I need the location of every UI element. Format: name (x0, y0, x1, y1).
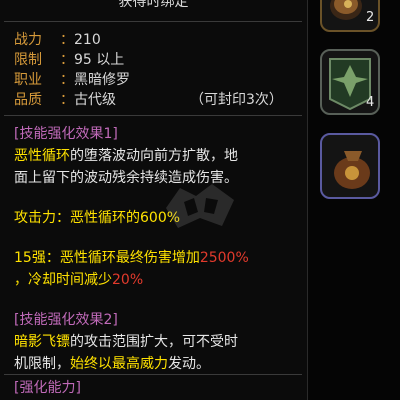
stat-row-level-limit: 限制 ：95 以上 (14, 52, 125, 68)
bind-on-acquire-text: 获得时绑定 (118, 0, 189, 10)
stat-value: 黑暗修罗 (74, 72, 130, 88)
effect1-enhance-line1: 15强：恶性循环最终伤害增加2500% (14, 250, 249, 266)
stat-label: 限制 (14, 52, 42, 68)
skill-effects: [技能强化效果1] 恶性循环的堕落波动向前方扩散，地 面上留下的波动残余持续造成… (14, 123, 304, 375)
stat-label: 战力 (14, 32, 42, 48)
effect2-line2: 机限制，始终以最高威力发动。 (14, 356, 210, 372)
stat-value: 95 以上 (74, 52, 125, 68)
effect3-title: [强化能力] (14, 380, 81, 396)
effect1-line1: 恶性循环的堕落波动向前方扩散，地 (14, 148, 238, 164)
stat-value: 210 (74, 32, 101, 48)
bag-icon (334, 151, 370, 189)
inventory-slot[interactable]: 2 (320, 0, 380, 32)
effect1-title: [技能强化效果1] (14, 126, 118, 142)
stat-row-power: 战力 ：210 (14, 32, 101, 48)
stat-row-rarity: 品质 ：古代级 （可封印3次） (14, 92, 283, 108)
inventory-slot[interactable]: 4 (320, 49, 380, 115)
effect1-line2: 面上留下的波动残余持续造成伤害。 (14, 170, 238, 186)
inventory-slots: 2 4 (318, 0, 400, 400)
seal-count-text: （可封印3次） (190, 92, 283, 108)
item-count: 2 (366, 10, 375, 25)
effect2-title: [技能强化效果2] (14, 312, 118, 328)
stat-row-class: 职业 ：黑暗修罗 (14, 72, 130, 88)
stat-label: 职业 (14, 72, 42, 88)
stat-label: 品质 (14, 92, 42, 108)
item-tooltip: 获得时绑定 战力 ：210 限制 ：95 以上 职业 ：黑暗修罗 品质 ：古代级 （可封印… (0, 0, 308, 400)
skill-name: 恶性循环 (14, 148, 70, 164)
skill-name: 暗影飞镖 (14, 334, 70, 350)
inventory-slot[interactable] (320, 133, 380, 199)
effect2-line1: 暗影飞镖的攻击范围扩大，可不受时 (14, 334, 238, 350)
watermark-logo (166, 184, 234, 228)
divider (4, 374, 302, 375)
effect1-enhance-line2: ，冷却时间减少20% (14, 272, 144, 288)
divider (4, 115, 302, 116)
item-stats: 战力 ：210 限制 ：95 以上 职业 ：黑暗修罗 品质 ：古代级 （可封印3次） (14, 30, 283, 110)
item-count: 4 (366, 95, 375, 110)
stat-value: 古代级 (74, 92, 116, 108)
effect1-attack: 攻击力：恶性循环的600% (14, 210, 181, 226)
divider (4, 21, 302, 22)
